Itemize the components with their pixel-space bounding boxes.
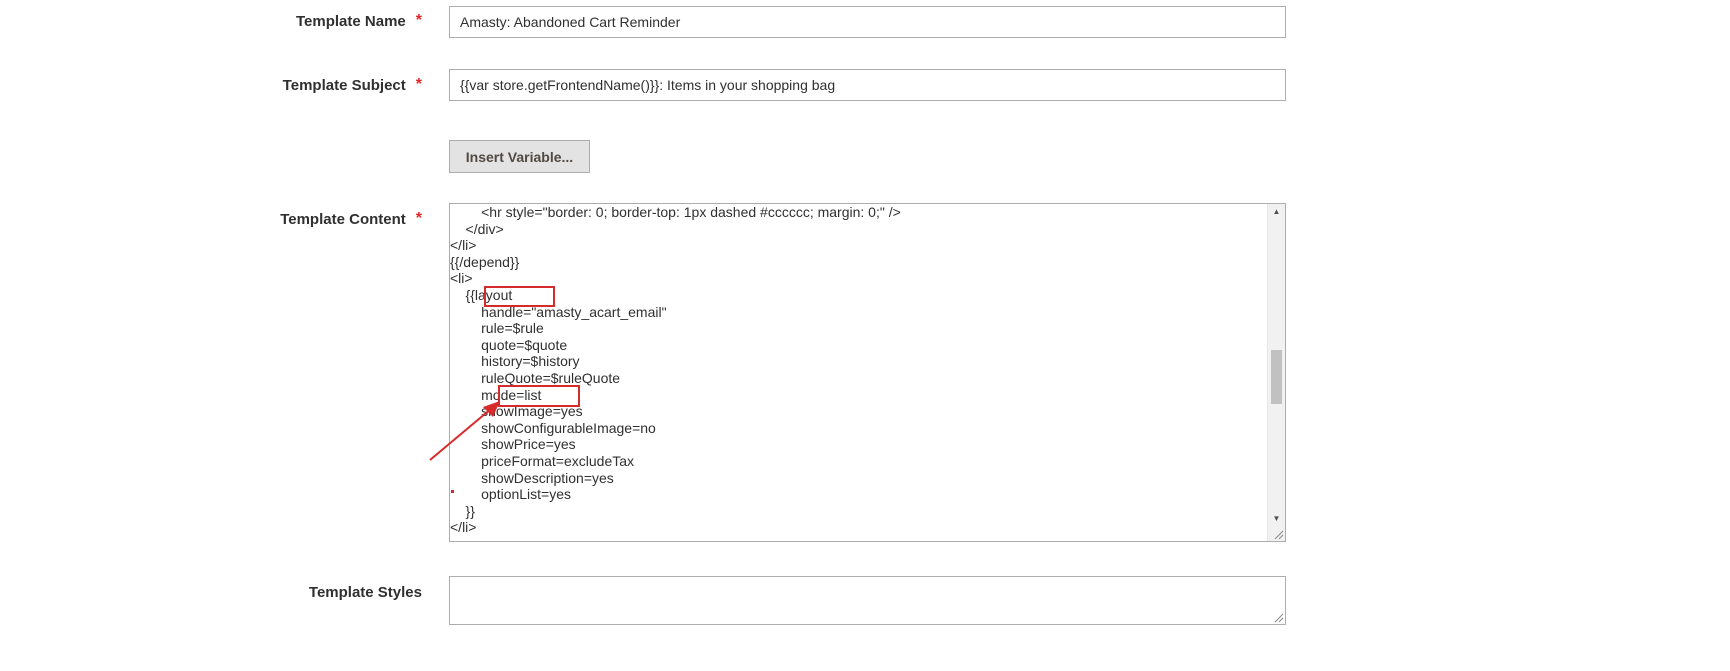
template-content-label-text: Template Content — [280, 210, 406, 228]
code-line: quote=$quote — [450, 336, 568, 353]
template-styles-label-text: Template Styles — [308, 584, 422, 601]
scrollbar-thumb[interactable] — [1271, 350, 1282, 404]
code-line: handle="amasty_acart_email" — [450, 303, 667, 320]
annotation-arrow-icon — [429, 401, 500, 461]
template-subject-label: Template Subject * — [283, 76, 422, 94]
code-line: history=$history — [450, 353, 580, 370]
template-subject-label-text: Template Subject — [282, 76, 406, 94]
styles-resize-grip-icon[interactable] — [1272, 611, 1284, 623]
code-line: }} — [450, 502, 475, 519]
code-line: optionList=yes — [450, 486, 572, 503]
insert-variable-button[interactable]: Insert Variable... — [449, 140, 590, 173]
template-subject-required-mark: * — [415, 76, 422, 93]
code-line: </li> — [450, 519, 477, 536]
template-content-textarea[interactable]: <hr style="border: 0; border-top: 1px da… — [449, 203, 1286, 542]
scroll-down-arrow-icon[interactable]: ▼ — [1268, 511, 1285, 527]
template-subject-input[interactable] — [449, 69, 1286, 101]
code-line: rule=$rule — [450, 320, 544, 337]
layout-highlight-box — [484, 286, 555, 307]
resize-grip-icon[interactable] — [1272, 528, 1284, 540]
template-name-label-text: Template Name — [296, 12, 406, 30]
code-line: </li> — [450, 237, 477, 254]
code-line: {{/depend}} — [450, 253, 520, 270]
template-name-label: Template Name * — [296, 12, 422, 30]
template-content-label: Template Content * — [280, 210, 422, 228]
code-line: priceFormat=excludeTax — [450, 452, 635, 469]
annotation-dot — [451, 490, 454, 493]
scroll-up-arrow-icon[interactable]: ▲ — [1268, 204, 1285, 220]
code-line: showConfigurableImage=no — [450, 419, 656, 436]
template-styles-label: Template Styles — [309, 584, 422, 601]
template-name-required-mark: * — [415, 12, 422, 29]
code-line: <hr style="border: 0; border-top: 1px da… — [450, 204, 901, 220]
template-styles-textarea[interactable] — [449, 576, 1286, 625]
template-content-code[interactable]: <hr style="border: 0; border-top: 1px da… — [450, 204, 1267, 541]
code-line: {{layout — [450, 286, 513, 303]
code-line: showPrice=yes — [450, 436, 576, 453]
template-name-input[interactable] — [449, 6, 1286, 38]
template-content-required-mark: * — [415, 210, 422, 227]
code-line: <li> — [450, 270, 473, 287]
code-line: </div> — [450, 220, 504, 237]
code-line: showDescription=yes — [450, 469, 614, 486]
vertical-scrollbar[interactable]: ▲ ▼ — [1267, 204, 1285, 541]
